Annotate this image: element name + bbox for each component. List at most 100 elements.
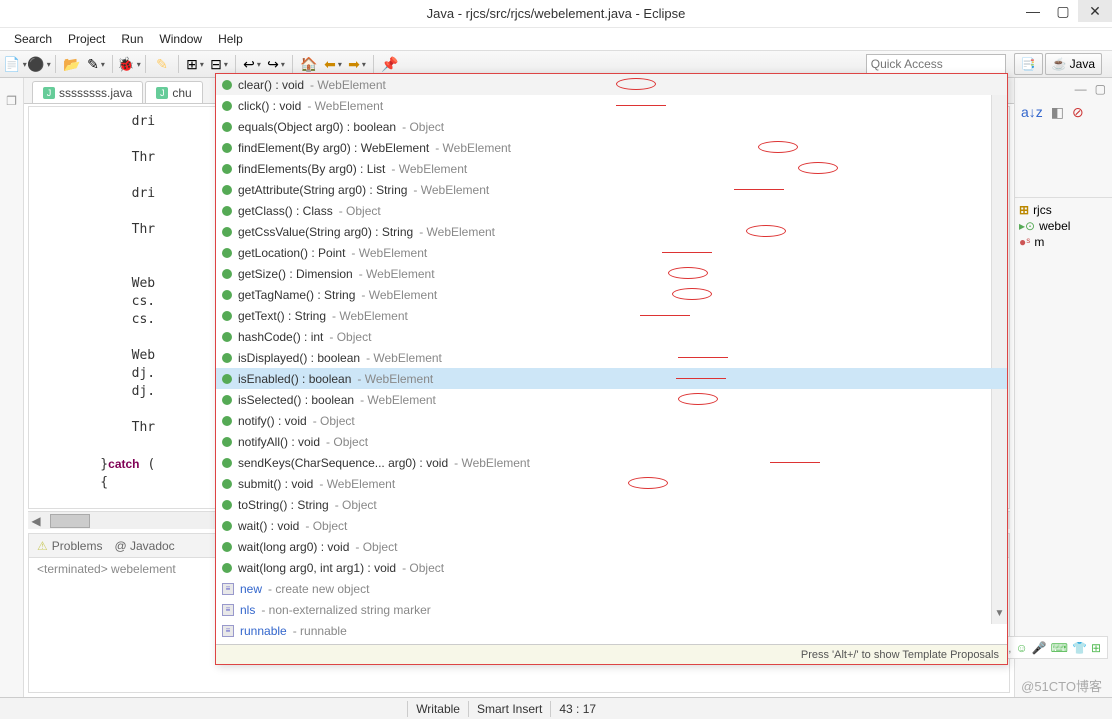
- nav2-icon[interactable]: ↪: [265, 53, 287, 75]
- pin-icon[interactable]: 📌: [379, 53, 401, 75]
- autocomplete-item[interactable]: equals(Object arg0) : boolean - Object: [216, 116, 1007, 137]
- hide-icon[interactable]: ⊘: [1072, 104, 1084, 121]
- autocomplete-item[interactable]: sendKeys(CharSequence... arg0) : void - …: [216, 452, 1007, 473]
- open-perspective-button[interactable]: 📑: [1014, 53, 1043, 75]
- autocomplete-item[interactable]: submit() : void - WebElement: [216, 473, 1007, 494]
- autocomplete-item[interactable]: getAttribute(String arg0) : String - Web…: [216, 179, 1007, 200]
- menu-search[interactable]: Search: [6, 30, 60, 48]
- highlight-icon[interactable]: ✎: [151, 53, 173, 75]
- scroll-left-icon[interactable]: ◀: [28, 514, 44, 528]
- autocomplete-item[interactable]: findElements(By arg0) : List - WebElemen…: [216, 158, 1007, 179]
- method-icon: [222, 185, 232, 195]
- autocomplete-template-item[interactable]: ≡nls - non-externalized string marker: [216, 599, 1007, 620]
- ime-shirt-icon[interactable]: 👕: [1072, 641, 1087, 655]
- wand-icon[interactable]: ✎: [85, 53, 107, 75]
- quick-access-input[interactable]: [866, 54, 1006, 74]
- class-icon: ▸⊙: [1019, 219, 1035, 233]
- suggestion-class: - Object: [339, 204, 381, 218]
- suggestion-signature: sendKeys(CharSequence... arg0) : void: [238, 456, 448, 470]
- ime-mic-icon[interactable]: 🎤: [1032, 641, 1047, 655]
- restore-icon[interactable]: ❐: [6, 94, 17, 108]
- method-icon: [222, 458, 232, 468]
- layout1-icon[interactable]: ⊞: [184, 53, 206, 75]
- autocomplete-template-item[interactable]: ≡runnable - runnable: [216, 620, 1007, 641]
- suggestion-class: - Object: [355, 540, 397, 554]
- autocomplete-template-item[interactable]: ≡new - create new object: [216, 578, 1007, 599]
- template-name: nls: [240, 603, 255, 617]
- tab-javadoc[interactable]: @ Javadoc: [114, 539, 174, 553]
- filter-icon[interactable]: ◧: [1051, 104, 1064, 121]
- open-icon[interactable]: 📂: [61, 53, 83, 75]
- menu-project[interactable]: Project: [60, 30, 113, 48]
- tree-item-label[interactable]: rjcs: [1033, 203, 1052, 217]
- autocomplete-item[interactable]: clear() : void - WebElement: [216, 74, 1007, 95]
- ime-grid-icon[interactable]: ⊞: [1091, 641, 1101, 655]
- suggestion-signature: getSize() : Dimension: [238, 267, 353, 281]
- autocomplete-item[interactable]: notifyAll() : void - Object: [216, 431, 1007, 452]
- autocomplete-item[interactable]: click() : void - WebElement: [216, 95, 1007, 116]
- minimize-button[interactable]: —: [1018, 0, 1048, 22]
- suggestion-class: - Object: [402, 120, 444, 134]
- close-button[interactable]: ✕: [1078, 0, 1112, 22]
- layout2-icon[interactable]: ⊟: [208, 53, 230, 75]
- autocomplete-popup: ▲ ▼ clear() : void - WebElementclick() :…: [215, 73, 1008, 665]
- rp-min-icon[interactable]: —: [1075, 82, 1087, 96]
- menubar: Search Project Run Window Help: [0, 28, 1112, 50]
- method-icon: [222, 395, 232, 405]
- autocomplete-item[interactable]: toString() : String - Object: [216, 494, 1007, 515]
- tree-item-label[interactable]: m: [1034, 235, 1044, 249]
- autocomplete-item[interactable]: getTagName() : String - WebElement: [216, 284, 1007, 305]
- autocomplete-item[interactable]: getClass() : Class - Object: [216, 200, 1007, 221]
- menu-help[interactable]: Help: [210, 30, 251, 48]
- tab-problems[interactable]: ⚠Problems: [37, 539, 102, 553]
- method-icon: [222, 290, 232, 300]
- menu-window[interactable]: Window: [151, 30, 210, 48]
- suggestion-signature: getTagName() : String: [238, 288, 355, 302]
- autocomplete-item[interactable]: wait() : void - Object: [216, 515, 1007, 536]
- autocomplete-item[interactable]: getSize() : Dimension - WebElement: [216, 263, 1007, 284]
- editor-tab[interactable]: Jssssssss.java: [32, 81, 143, 103]
- template-name: runnable: [240, 624, 287, 638]
- method-icon: [222, 269, 232, 279]
- suggestion-class: - Object: [313, 414, 355, 428]
- package-icon: ⊞: [1019, 203, 1029, 217]
- run-icon[interactable]: ⚫: [28, 53, 50, 75]
- package-explorer[interactable]: ⊞rjcs ▸⊙webel ●ˢm: [1015, 198, 1112, 254]
- scroll-thumb[interactable]: [50, 514, 90, 528]
- method-icon: [222, 227, 232, 237]
- home-icon[interactable]: 🏠: [298, 53, 320, 75]
- editor-tab[interactable]: Jchu: [145, 81, 202, 103]
- tree-item-label[interactable]: webel: [1039, 219, 1070, 233]
- autocomplete-item[interactable]: isEnabled() : boolean - WebElement: [216, 368, 1007, 389]
- autocomplete-item[interactable]: hashCode() : int - Object: [216, 326, 1007, 347]
- autocomplete-item[interactable]: isSelected() : boolean - WebElement: [216, 389, 1007, 410]
- debug-icon[interactable]: 🐞: [118, 53, 140, 75]
- autocomplete-item[interactable]: getLocation() : Point - WebElement: [216, 242, 1007, 263]
- autocomplete-list[interactable]: ▲ ▼ clear() : void - WebElementclick() :…: [216, 74, 1007, 644]
- ime-face-icon[interactable]: ☺: [1015, 641, 1027, 655]
- autocomplete-item[interactable]: notify() : void - Object: [216, 410, 1007, 431]
- method-icon: [222, 521, 232, 531]
- suggestion-signature: click() : void: [238, 99, 301, 113]
- back-icon[interactable]: ⬅: [322, 53, 344, 75]
- java-perspective-button[interactable]: ☕Java: [1045, 53, 1102, 75]
- menu-run[interactable]: Run: [113, 30, 151, 48]
- new-icon[interactable]: 📄: [4, 53, 26, 75]
- autocomplete-item[interactable]: getCssValue(String arg0) : String - WebE…: [216, 221, 1007, 242]
- status-position: 43 : 17: [559, 702, 596, 716]
- status-writable: Writable: [416, 702, 460, 716]
- autocomplete-item[interactable]: isDisplayed() : boolean - WebElement: [216, 347, 1007, 368]
- ime-kbd-icon[interactable]: ⌨: [1051, 641, 1068, 655]
- forward-icon[interactable]: ➡: [346, 53, 368, 75]
- rp-max-icon[interactable]: ▢: [1095, 82, 1106, 96]
- sort-az-icon[interactable]: a↓z: [1021, 104, 1043, 121]
- autocomplete-item[interactable]: getText() : String - WebElement: [216, 305, 1007, 326]
- status-insert: Smart Insert: [477, 702, 542, 716]
- maximize-button[interactable]: ▢: [1048, 0, 1078, 22]
- suggestion-signature: getClass() : Class: [238, 204, 333, 218]
- autocomplete-item[interactable]: wait(long arg0) : void - Object: [216, 536, 1007, 557]
- nav1-icon[interactable]: ↩: [241, 53, 263, 75]
- method-icon: [222, 248, 232, 258]
- autocomplete-item[interactable]: findElement(By arg0) : WebElement - WebE…: [216, 137, 1007, 158]
- autocomplete-item[interactable]: wait(long arg0, int arg1) : void - Objec…: [216, 557, 1007, 578]
